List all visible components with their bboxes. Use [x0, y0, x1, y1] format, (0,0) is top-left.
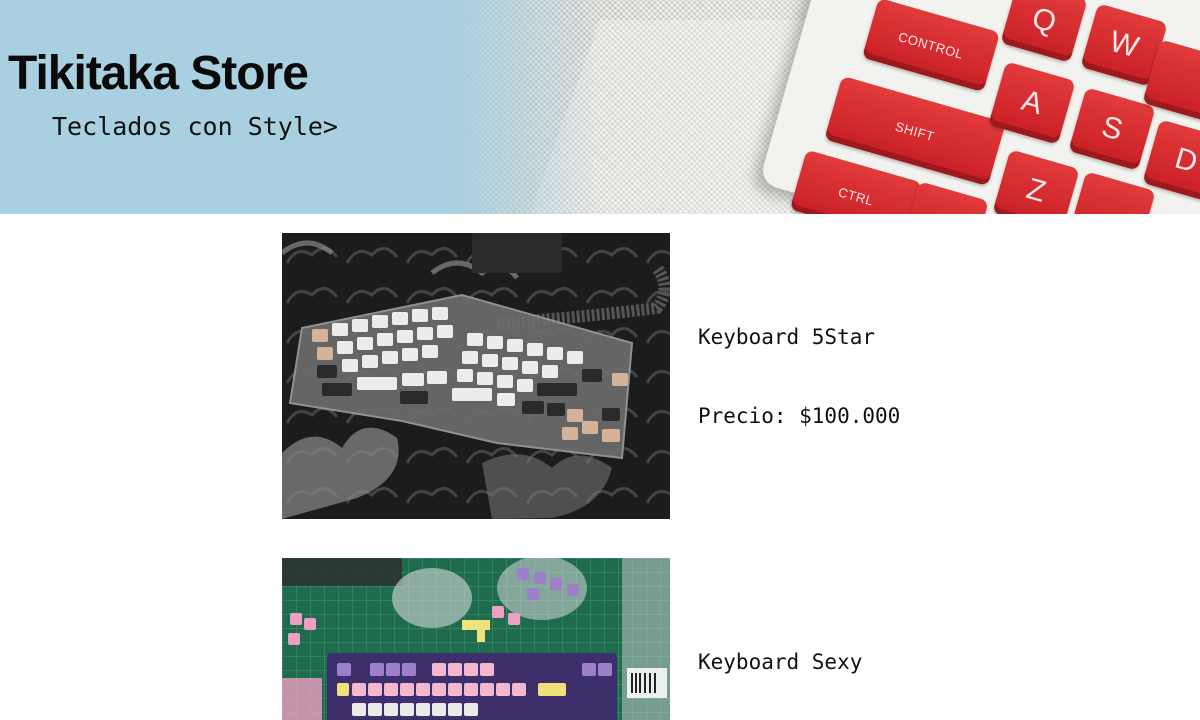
keyboard-photo-icon[interactable]: [282, 233, 670, 519]
store-title: Tikitaka Store: [8, 47, 309, 100]
keyboard-photo-icon[interactable]: [282, 558, 670, 720]
product-price: Precio: $100.000: [698, 404, 901, 428]
product-name: Keyboard 5Star: [698, 325, 876, 349]
store-banner: CONTROL SHIFT CTRL Q W A S Z D Tikitaka …: [0, 0, 1200, 214]
keyboard-sexy-image: [282, 558, 670, 720]
store-tagline: Teclados con Style>: [52, 112, 338, 141]
banner-fade: [455, 0, 595, 214]
product-card: Keyboard Sexy: [282, 558, 982, 720]
product-card: Keyboard 5Star Precio: $100.000: [282, 233, 982, 533]
keyboard-5star-image: [282, 233, 670, 519]
product-name: Keyboard Sexy: [698, 650, 863, 674]
